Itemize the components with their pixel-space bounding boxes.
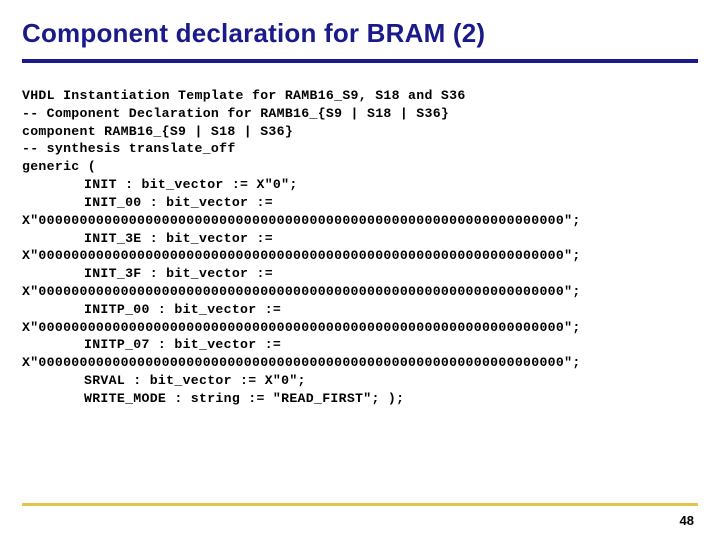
code-line: WRITE_MODE : string := "READ_FIRST"; );	[22, 390, 404, 408]
slide-title: Component declaration for BRAM (2)	[22, 18, 698, 49]
code-line: INIT_3E : bit_vector :=	[22, 230, 273, 248]
code-line: INIT_3F : bit_vector :=	[22, 265, 273, 283]
code-line: X"00000000000000000000000000000000000000…	[22, 355, 581, 370]
slide: Component declaration for BRAM (2) VHDL …	[0, 0, 720, 540]
code-line: component RAMB16_{S9 | S18 | S36}	[22, 124, 293, 139]
code-line: INITP_00 : bit_vector :=	[22, 301, 281, 319]
code-line: X"00000000000000000000000000000000000000…	[22, 284, 581, 299]
code-block: VHDL Instantiation Template for RAMB16_S…	[22, 87, 698, 408]
code-line: VHDL Instantiation Template for RAMB16_S…	[22, 88, 466, 103]
code-line: INIT : bit_vector := X"0";	[22, 176, 298, 194]
code-line: INIT_00 : bit_vector :=	[22, 194, 273, 212]
code-line: X"00000000000000000000000000000000000000…	[22, 248, 581, 263]
code-line: X"00000000000000000000000000000000000000…	[22, 213, 581, 228]
page-number: 48	[680, 513, 694, 528]
code-line: X"00000000000000000000000000000000000000…	[22, 320, 581, 335]
code-line: generic (	[22, 159, 96, 174]
title-underline	[22, 59, 698, 63]
footer-divider	[22, 503, 698, 506]
code-line: INITP_07 : bit_vector :=	[22, 336, 281, 354]
code-line: -- synthesis translate_off	[22, 141, 236, 156]
code-line: -- Component Declaration for RAMB16_{S9 …	[22, 106, 449, 121]
code-line: SRVAL : bit_vector := X"0";	[22, 372, 306, 390]
